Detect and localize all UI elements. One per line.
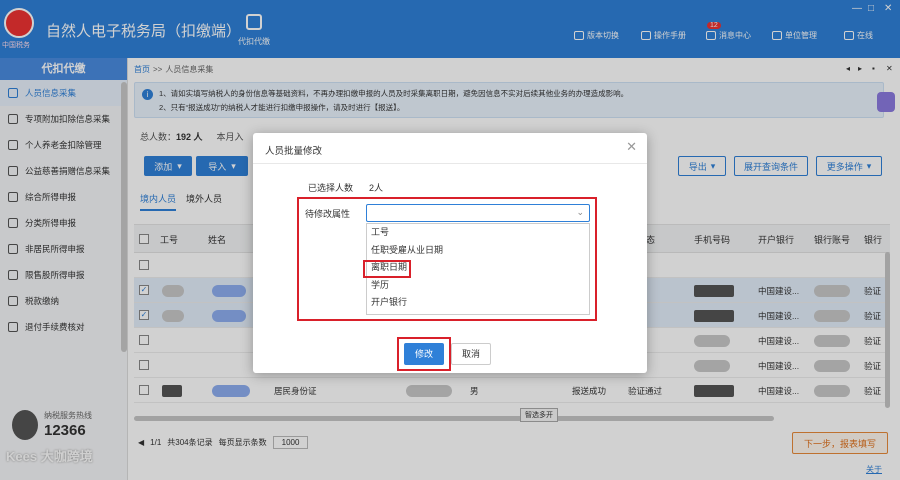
cancel-button[interactable]: 取消 (451, 343, 491, 365)
selected-count-label: 已选择人数 (308, 183, 354, 193)
batch-edit-dialog: 人员批量修改 ✕ 已选择人数 2人 待修改属性 ⌄ 工号 任职受雇从业日期 离职… (253, 133, 647, 373)
highlight-save-button (397, 337, 451, 371)
highlight-attribute-area (297, 197, 597, 321)
highlight-leave-date (363, 260, 411, 278)
divider (253, 163, 647, 164)
close-icon[interactable]: ✕ (626, 139, 637, 155)
selected-count-value: 2人 (369, 183, 384, 193)
dialog-title: 人员批量修改 (265, 146, 323, 157)
